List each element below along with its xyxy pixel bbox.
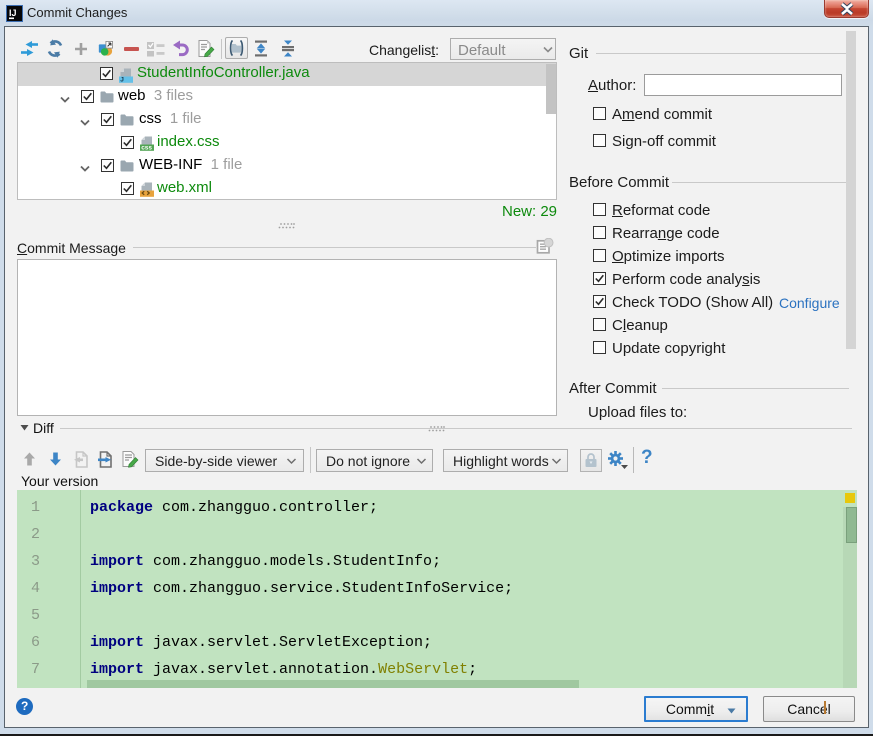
svg-text:css: css [141,145,152,151]
svg-text:IJ: IJ [9,8,17,18]
svg-text:J: J [120,77,124,83]
